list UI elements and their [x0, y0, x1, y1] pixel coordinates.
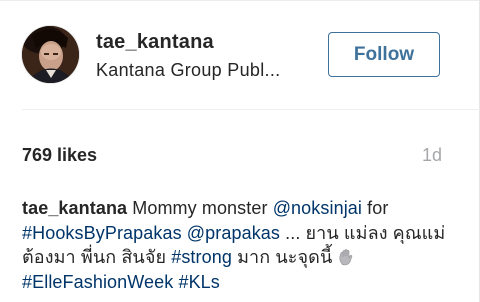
caption-text: for [362, 198, 389, 218]
post-caption: tae_kantana Mommy monster @noksinjai for… [22, 196, 462, 294]
waving-hand-icon [337, 248, 355, 266]
caption-username[interactable]: tae_kantana [22, 198, 127, 218]
post-header: tae_kantana Kantana Group Publ... Follow [0, 0, 480, 108]
caption-text: มาก นะจุดนี้ [231, 247, 338, 267]
caption-hashtag[interactable]: #strong [171, 247, 232, 267]
likes-count[interactable]: 769 likes [22, 145, 97, 166]
avatar-image [22, 26, 79, 83]
caption-mention[interactable]: @prapakas [187, 223, 280, 243]
caption-hashtag[interactable]: #ElleFashionWeek [22, 272, 173, 292]
location-subtitle[interactable]: Kantana Group Publ... [96, 60, 280, 81]
avatar[interactable] [22, 26, 79, 83]
caption-hashtag[interactable]: #KLs [178, 272, 219, 292]
post-timestamp[interactable]: 1d [422, 145, 442, 166]
caption-text: Mommy monster [127, 198, 273, 218]
follow-button[interactable]: Follow [328, 32, 440, 77]
caption-hashtag[interactable]: #HooksByPrapakas [22, 223, 182, 243]
caption-mention[interactable]: @noksinjai [273, 198, 362, 218]
post-panel: tae_kantana Kantana Group Publ... Follow… [0, 0, 480, 302]
username[interactable]: tae_kantana [96, 31, 214, 54]
header-divider [22, 109, 480, 110]
